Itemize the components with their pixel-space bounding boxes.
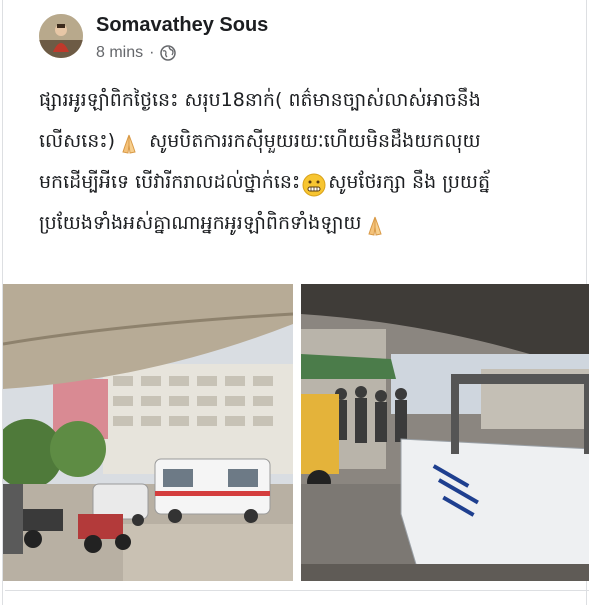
post-card: Somavathey Sous 8 mins · ផ្សារអូរឡាំពិកថ…	[2, 0, 589, 605]
meta-separator: ·	[149, 44, 155, 61]
avatar[interactable]	[39, 14, 83, 58]
author-name[interactable]: Somavathey Sous	[96, 14, 268, 37]
globe-icon[interactable]	[160, 45, 177, 61]
post-text-line: លើសនេះ) សូមបិតការរកស៊ីមួយរយៈហើយមិនដឹងយកល…	[39, 130, 481, 154]
market-street-ambulance-photo[interactable]	[3, 284, 293, 581]
post-header: Somavathey Sous 8 mins ·	[39, 14, 559, 62]
folded-hands-emoji	[363, 212, 387, 236]
post-meta: 8 mins ·	[96, 44, 177, 62]
post-time[interactable]: 8 mins	[96, 44, 143, 62]
post-text: ផ្សារអូរឡាំពិកថ្ងៃនេះ សរុប18នាក់( ពត៌មាន…	[39, 80, 559, 244]
post-text-line: មកដើម្បីអីទេ បើវារីករាលដល់ថ្នាក់នេះ សូមថែ…	[39, 162, 559, 203]
card-divider	[5, 590, 589, 591]
grimacing-face-emoji	[302, 171, 326, 196]
post-text-line: ផ្សារអូរឡាំពិកថ្ងៃនេះ សរុប18នាក់( ពត៌មាន…	[39, 89, 481, 111]
folded-hands-emoji	[117, 130, 141, 154]
street-truck-photo[interactable]	[301, 284, 589, 581]
photo-grid	[3, 284, 589, 581]
post-text-line: ប្រយែងទាំងអស់គ្នាណាអ្នកអូរឡាំពិកទាំងឡាយ	[39, 203, 559, 244]
